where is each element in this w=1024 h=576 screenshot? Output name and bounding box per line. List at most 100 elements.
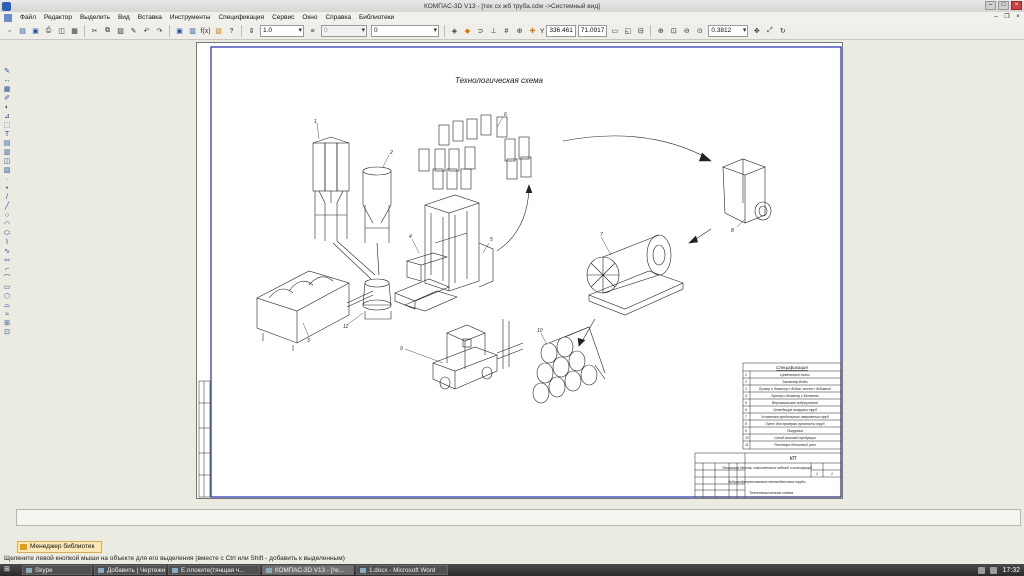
magnet-icon[interactable]: ⊃ — [475, 26, 486, 37]
zoom-in-icon[interactable]: ⊕ — [655, 26, 666, 37]
properties-bar[interactable] — [16, 509, 1021, 526]
menu-select[interactable]: Выделить — [76, 14, 114, 21]
arc-icon[interactable]: ◠ — [2, 221, 12, 229]
menu-window[interactable]: Окно — [298, 14, 321, 21]
geometry-icon[interactable]: ✎ — [2, 68, 12, 76]
equidistant-icon[interactable]: ≈ — [2, 311, 12, 319]
menu-view[interactable]: Вид — [114, 14, 134, 21]
pan-icon[interactable]: ✥ — [751, 26, 762, 37]
ellipse-icon[interactable]: ⬭ — [2, 230, 12, 238]
doc-restore-button[interactable]: ❐ — [1003, 14, 1011, 21]
local-cs-icon[interactable]: ⊕ — [514, 26, 525, 37]
start-button[interactable]: ⊞ — [0, 564, 22, 576]
library-icon[interactable]: ▧ — [213, 26, 224, 37]
parametrize-panel-icon[interactable]: ◐ — [2, 104, 12, 112]
properties-icon[interactable]: ▦ — [69, 26, 80, 37]
layer-combo[interactable]: 0 — [321, 25, 367, 37]
step-icon[interactable]: ⇕ — [246, 26, 257, 37]
drawing-sheet[interactable]: Технологическая схема 1 2 3 4 5 6 7 8 9 … — [196, 42, 843, 499]
bezier-icon[interactable]: ∿ — [2, 248, 12, 256]
parametrize-icon[interactable]: ◱ — [622, 26, 633, 37]
coord-x-field[interactable]: 336.461 — [546, 25, 576, 37]
report-icon[interactable]: ▥ — [2, 149, 12, 157]
chamfer-icon[interactable]: ⌐ — [2, 266, 12, 274]
spec-panel-icon[interactable]: ▤ — [2, 140, 12, 148]
clock[interactable]: 17:32 — [1002, 567, 1020, 574]
save-icon[interactable]: ▣ — [30, 26, 41, 37]
line-icon[interactable]: / — [2, 194, 12, 202]
cut-icon[interactable]: ✂ — [89, 26, 100, 37]
help-icon[interactable]: ? — [226, 26, 237, 37]
refresh-icon[interactable]: ↻ — [777, 26, 788, 37]
menu-service[interactable]: Сервис — [268, 14, 298, 21]
round-icon[interactable]: ▭ — [609, 26, 620, 37]
ortho-icon[interactable]: ⊥ — [488, 26, 499, 37]
doc-minimize-button[interactable]: – — [992, 14, 1000, 21]
preview-icon[interactable]: ◫ — [56, 26, 67, 37]
minimize-button[interactable]: – — [985, 1, 996, 10]
variables-icon[interactable]: ▥ — [187, 26, 198, 37]
menu-libraries[interactable]: Библиотеки — [355, 14, 398, 21]
text-icon[interactable]: T — [2, 131, 12, 139]
paste-icon[interactable]: ▧ — [115, 26, 126, 37]
doc-close-button[interactable]: × — [1014, 14, 1022, 21]
tray-network-icon[interactable] — [978, 566, 986, 574]
function-icon[interactable]: f(x) — [200, 26, 211, 37]
fillet-icon[interactable]: ⌒ — [2, 275, 12, 283]
edit-icon[interactable]: ✐ — [2, 95, 12, 103]
show-all-icon[interactable]: ⤢ — [764, 26, 775, 37]
print-icon[interactable]: ⎙ — [43, 26, 54, 37]
undo-icon[interactable]: ↶ — [141, 26, 152, 37]
library-panel-icon[interactable]: ▧ — [2, 167, 12, 175]
menu-tools[interactable]: Инструменты — [166, 14, 215, 21]
copy-icon[interactable]: ⧉ — [102, 26, 113, 37]
dimension-icon[interactable]: ↔ — [2, 77, 12, 85]
document-icon[interactable] — [4, 13, 12, 22]
task-skype[interactable]: Skype — [22, 565, 92, 575]
spline-icon[interactable]: ∾ — [2, 257, 12, 265]
circle-icon[interactable]: ○ — [2, 212, 12, 220]
cursor-icon[interactable]: ✚ — [527, 26, 538, 37]
snap-icon[interactable]: ◈ — [449, 26, 460, 37]
layer-icon[interactable]: ≡ — [307, 26, 318, 37]
trim-icon[interactable]: ⊟ — [635, 26, 646, 37]
style-combo[interactable]: 0 — [371, 25, 439, 37]
menu-specification[interactable]: Спецификация — [214, 14, 268, 21]
menu-file[interactable]: Файл — [16, 14, 40, 21]
menu-insert[interactable]: Вставка — [134, 14, 166, 21]
close-button[interactable]: × — [1011, 1, 1022, 10]
task-word[interactable]: 1.docx - Microsoft Word — [356, 565, 448, 575]
polygon-icon[interactable]: ⬡ — [2, 293, 12, 301]
library-manager-tab[interactable]: Менеджер библиотек — [17, 541, 102, 553]
point-icon[interactable]: • — [2, 185, 12, 193]
polyline-icon[interactable]: ⌇ — [2, 239, 12, 247]
open-icon[interactable]: ▤ — [17, 26, 28, 37]
zoom-out-icon[interactable]: ⊖ — [681, 26, 692, 37]
format-painter-icon[interactable]: ✎ — [128, 26, 139, 37]
menu-editor[interactable]: Редактор — [40, 14, 76, 21]
rectangle-icon[interactable]: ▭ — [2, 284, 12, 292]
hatch-icon[interactable]: ▦ — [2, 86, 12, 94]
coord-y-field[interactable]: 71.0917 — [577, 25, 608, 37]
segment-icon[interactable]: ╱ — [2, 203, 12, 211]
contour-icon[interactable]: ⌓ — [2, 302, 12, 310]
new-document-icon[interactable]: ▫ — [4, 26, 15, 37]
zoom-window-icon[interactable]: ⊡ — [668, 26, 679, 37]
insert-panel-icon[interactable]: ◫ — [2, 158, 12, 166]
task-browser-2[interactable]: Е.плоките(тянщая ч... — [168, 565, 260, 575]
maximize-button[interactable]: □ — [998, 1, 1009, 10]
scale-combo[interactable]: 1.0 — [260, 25, 304, 37]
zoom-combo[interactable]: 0.3812 — [708, 25, 749, 37]
zoom-scale-icon[interactable]: ⊙ — [694, 26, 705, 37]
snap-toggle-icon[interactable]: ◆ — [462, 26, 473, 37]
task-browser[interactable]: Добавить | Чертежи ... — [94, 565, 166, 575]
task-kompas[interactable]: КОМПАС-3D V13 - [те... — [262, 565, 354, 575]
grid-icon[interactable]: # — [501, 26, 512, 37]
menu-help[interactable]: Справка — [321, 14, 355, 21]
collect-contour-icon[interactable]: ⊞ — [2, 320, 12, 328]
redo-icon[interactable]: ↷ — [154, 26, 165, 37]
auxiliary-icon[interactable]: ⊡ — [2, 329, 12, 337]
manager-icon[interactable]: ▣ — [174, 26, 185, 37]
measure-icon[interactable]: ⊿ — [2, 113, 12, 121]
select-panel-icon[interactable]: ⬚ — [2, 122, 12, 130]
